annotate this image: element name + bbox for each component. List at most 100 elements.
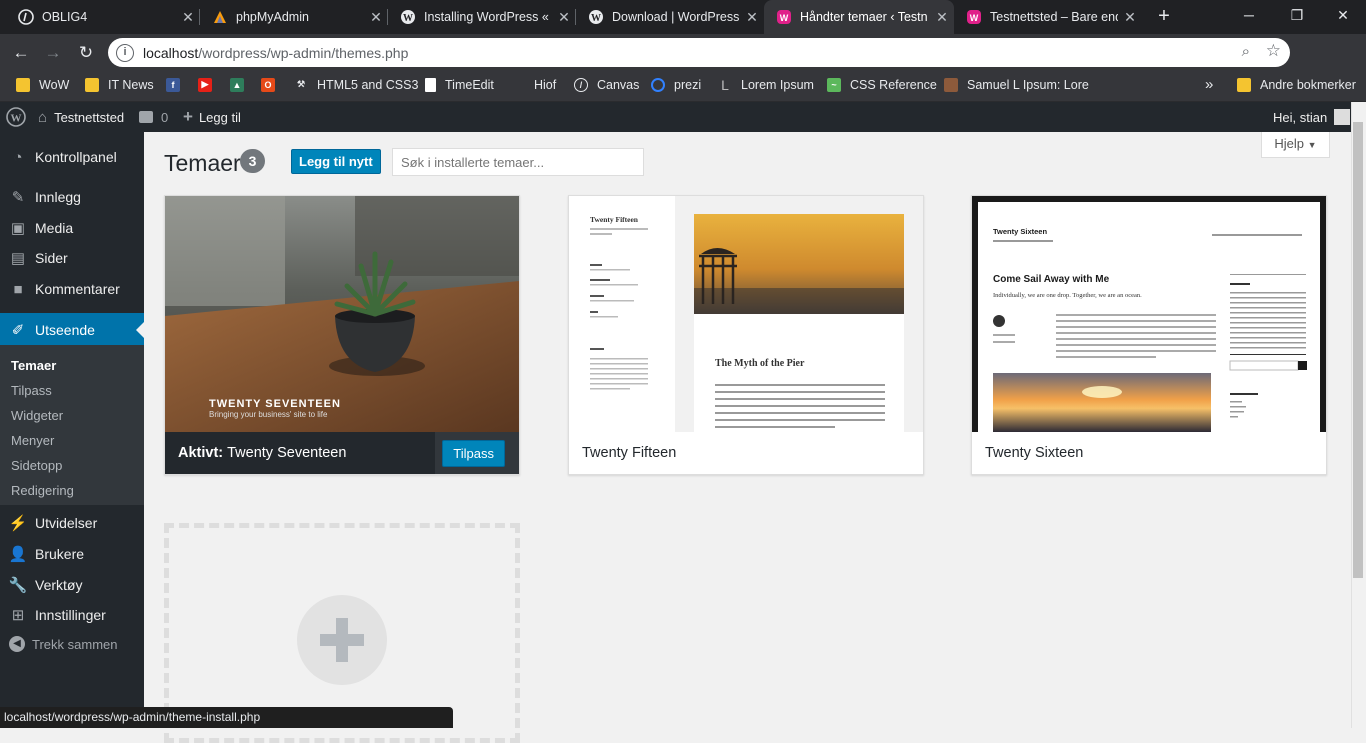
svg-text:W: W [780,13,789,23]
collapse-menu-button[interactable]: ◀ Trekk sammen [0,636,144,652]
forward-icon[interactable]: → [40,40,66,66]
tab-title: Testnettsted – Bare end [990,10,1118,24]
account-menu[interactable]: Hei, stian [1273,102,1351,132]
sidebar-item-dashboard[interactable]: ◔ Kontrollpanel [0,140,144,174]
new-content-link[interactable]: + Legg til [183,102,241,132]
bookmark-css-reference[interactable]: ~ CSS Reference [827,71,937,98]
site-name-link[interactable]: ⌂ Testnettsted [38,102,124,132]
sidebar-item-tools[interactable]: 🔧 Verktøy [0,568,144,602]
screenshot-tagline: Bringing your business' site to life [209,410,328,419]
close-tab-icon[interactable]: ✕ [364,9,388,26]
close-tab-icon[interactable]: ✕ [740,9,764,26]
add-theme-plus-icon[interactable] [297,595,387,685]
sidebar-item-posts[interactable]: ✎ Innlegg [0,180,144,214]
sidebar-item-media[interactable]: ▣ Media [0,211,144,245]
sidebar-item-settings[interactable]: ⊞ Innstillinger [0,598,144,632]
bookmark-label: Andre bokmerker [1260,77,1356,92]
url-path: /wordpress/wp-admin/themes.php [198,44,409,61]
tools-icon: 🔧 [8,577,28,594]
theme-screenshot: Bringing your business' site to life TWE… [165,196,519,432]
bookmark-image[interactable]: ▲ [230,71,253,98]
submenu-themes[interactable]: Temaer [11,358,56,373]
theme-name: Twenty Fifteen [582,445,677,461]
sidebar-item-label: Brukere [35,546,85,562]
bookmark-timeedit[interactable]: TimeEdit [425,71,494,98]
new-tab-icon[interactable]: + [1152,4,1176,28]
sidebar-item-appearance[interactable]: ✐ Utseende [0,313,144,347]
browser-tab[interactable]: W Installing WordPress « W ✕ [388,0,576,34]
bookmark-prezi[interactable]: prezi [651,71,701,98]
bookmark-facebook[interactable]: f [166,71,189,98]
url-text: localhost/wordpress/wp-admin/themes.php [143,45,408,61]
browser-tab-active[interactable]: W Håndter temaer ‹ Testn ✕ [764,0,954,34]
screenshot-post-subtitle: Individually, we are one drop. Together,… [993,292,1142,299]
browser-tab[interactable]: OBLIG4 ✕ [6,0,200,34]
theme-card-twentyfifteen[interactable]: Twenty Fifteen The Myth of the Pier Twen… [568,195,924,475]
svg-text:W: W [970,13,979,23]
theme-card-twentyseventeen[interactable]: Bringing your business' site to life TWE… [164,195,520,475]
submenu-widgets[interactable]: Widgeter [11,408,63,423]
prezi-icon [651,77,665,92]
minimize-icon[interactable]: ─ [1226,0,1272,32]
bookmark-lorem[interactable]: L Lorem Ipsum [718,71,814,98]
submenu-editor[interactable]: Redigering [11,483,74,498]
bookmark-label: HTML5 and CSS3 [317,77,419,92]
close-window-icon[interactable]: ✕ [1320,0,1366,32]
sidebar-item-users[interactable]: 👤 Brukere [0,537,144,571]
customize-button[interactable]: Tilpass [442,440,505,467]
comments-link[interactable]: 0 [139,102,168,132]
bookmark-youtube[interactable]: ▶ [198,71,221,98]
wp-logo-icon[interactable]: W [6,102,26,132]
close-tab-icon[interactable]: ✕ [930,9,954,26]
bookmark-html5[interactable]: ⚒ HTML5 and CSS3 [294,71,418,98]
site-info-icon[interactable]: i [116,43,134,62]
bookmark-canvas[interactable]: / Canvas [574,71,639,98]
page-scrollbar-thumb[interactable] [1353,122,1363,578]
bookmark-hiof[interactable]: Hiof [534,71,556,98]
tab-title: Håndter temaer ‹ Testn [800,10,928,24]
bookmark-it-news[interactable]: IT News [85,71,154,98]
collapse-label: Trekk sammen [32,636,118,652]
close-tab-icon[interactable]: ✕ [176,9,200,26]
collapse-icon: ◀ [9,636,25,652]
zoom-icon[interactable]: ⌕ [1242,43,1250,60]
bookmark-wow[interactable]: WoW [16,71,69,98]
address-bar[interactable]: i localhost/wordpress/wp-admin/themes.ph… [108,38,1290,67]
bookmark-office[interactable]: O [261,71,284,98]
plugins-icon: ⚡ [8,515,28,532]
browser-tab[interactable]: phpMyAdmin ✕ [200,0,388,34]
theme-search-input[interactable] [392,148,644,176]
browser-tab[interactable]: W Download | WordPress.o ✕ [576,0,764,34]
close-tab-icon[interactable]: ✕ [552,9,576,26]
theme-name-bar: Twenty Sixteen [972,432,1326,474]
bookmark-star-icon[interactable]: ☆ [1266,41,1281,61]
browser-tab[interactable]: W Testnettsted – Bare end ✕ [954,0,1142,34]
submenu-header[interactable]: Sidetopp [11,458,62,473]
theme-card-twentysixteen[interactable]: Twenty Sixteen Come Sail Away with Me In… [971,195,1327,475]
sidebar-item-plugins[interactable]: ⚡ Utvidelser [0,506,144,540]
home-icon: ⌂ [38,108,48,126]
office-icon: O [261,77,275,92]
submenu-menus[interactable]: Menyer [11,433,54,448]
add-new-theme-button[interactable]: Legg til nytt [291,149,381,174]
more-bookmarks-chevron[interactable]: » [1205,71,1213,98]
back-icon[interactable]: ← [8,40,34,66]
other-bookmarks[interactable]: Andre bokmerker [1237,71,1356,98]
theme-name: Twenty Seventeen [227,445,347,461]
sidebar-item-pages[interactable]: ▤ Sider [0,241,144,275]
bookmark-samuel[interactable]: Samuel L Ipsum: Lore [944,71,1089,98]
submenu-customize[interactable]: Tilpass [11,383,52,398]
sidebar-item-label: Utseende [35,322,95,338]
close-tab-icon[interactable]: ✕ [1118,9,1142,26]
active-prefix: Aktivt: [178,445,224,461]
triangle-down-icon: ▼ [1307,140,1317,150]
theme-name-bar: Twenty Fifteen [569,432,923,474]
appearance-submenu: Temaer Tilpass Widgeter Menyer Sidetopp … [0,345,144,505]
new-label: Legg til [198,109,241,125]
tab-title: Installing WordPress « W [424,10,552,24]
sidebar-item-comments[interactable]: ■ Kommentarer [0,272,144,306]
restore-icon[interactable]: ❐ [1274,0,1320,32]
help-tab-button[interactable]: Hjelp ▼ [1261,132,1330,158]
screenshot-title: TWENTY SEVENTEEN [209,398,341,410]
reload-icon[interactable]: ↻ [73,40,99,66]
